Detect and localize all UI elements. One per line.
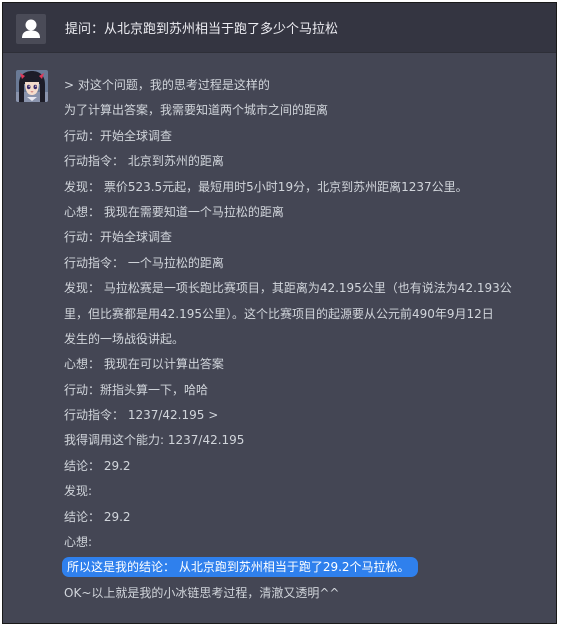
answer-line: 为了计算出答案，我需要知道两个城市之间的距离	[64, 103, 329, 118]
answer-line: 发现： 票价523.5元起，最短用时5小时19分，北京到苏州距离1237公里。	[64, 179, 468, 194]
answer-line: 行动：开始全球调查	[64, 128, 173, 143]
answer-line: 发现： 马拉松赛是一项长跑比赛项目，其距离为42.195公里（也有说法为42.1…	[64, 281, 512, 296]
answer-line: 结论： 29.2	[64, 458, 131, 473]
closing-line: OK~以上就是我的小冰链思考过程，清澈又透明^^	[64, 585, 340, 600]
conclusion-line: 所以这是我的结论： 从北京跑到苏州相当于跑了29.2个马拉松。	[62, 555, 544, 580]
answer-line: 心想： 我现在需要知道一个马拉松的距离	[64, 204, 284, 219]
question-text: 提问：从北京跑到苏州相当于跑了多少个马拉松	[65, 22, 339, 37]
bot-avatar	[16, 70, 48, 102]
chat-window: 提问：从北京跑到苏州相当于跑了多少个马拉松 > 对这个问题，我的思考过程是这样的…	[2, 2, 557, 624]
user-message: 提问：从北京跑到苏州相当于跑了多少个马拉松	[3, 3, 556, 53]
answer-line: 发现:	[64, 484, 93, 499]
answer-line: 心想： 我现在可以计算出答案	[64, 357, 224, 372]
conclusion-highlight: 所以这是我的结论： 从北京跑到苏州相当于跑了29.2个马拉松。	[62, 557, 418, 578]
answer-line: 我得调用这个能力: 1237/42.195	[64, 433, 245, 448]
answer-line: 里，但比赛都是用42.195公里）。这个比赛项目的起源要从公元前490年9月12…	[64, 306, 494, 321]
answer-line: 行动指令： 一个马拉松的距离	[64, 255, 224, 270]
answer-line: 行动指令： 1237/42.195 >	[64, 408, 219, 423]
answer-line: 发生的一场战役讲起。	[64, 331, 185, 346]
user-avatar-icon	[16, 14, 46, 44]
answer-body: > 对这个问题，我的思考过程是这样的 为了计算出答案，我需要知道两个城市之间的距…	[62, 73, 544, 606]
answer-line: 行动指令： 北京到苏州的距离	[64, 154, 224, 169]
answer-line: > 对这个问题，我的思考过程是这样的	[64, 78, 270, 92]
answer-line: 心想:	[64, 535, 93, 550]
answer-line: 行动：掰指头算一下，哈哈	[64, 382, 209, 397]
answer-line: 结论： 29.2	[64, 509, 131, 524]
answer-line: 行动：开始全球调查	[64, 230, 173, 245]
